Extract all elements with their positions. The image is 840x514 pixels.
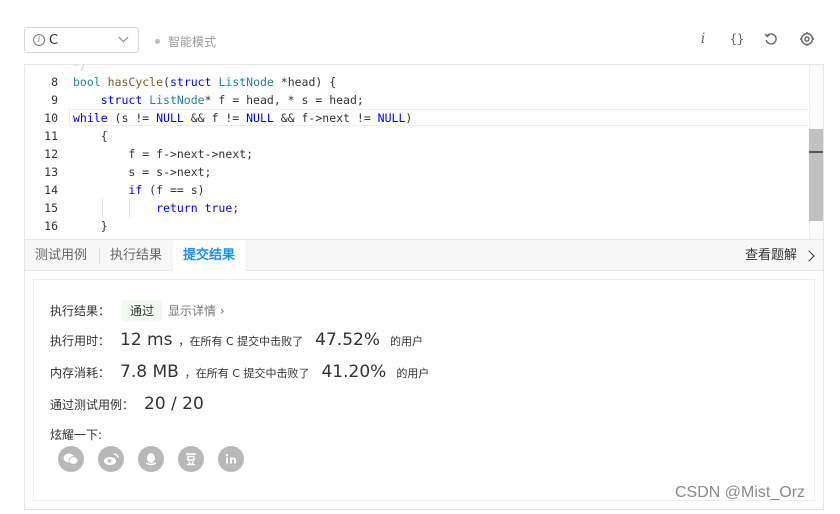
share-buttons: [58, 446, 258, 472]
code-line: while (s != NULL && f != NULL && f->next…: [73, 111, 413, 125]
memory-label: 内存消耗：: [50, 366, 111, 380]
runtime-text: ，在所有 C 提交中击败了: [178, 335, 304, 348]
code-line-partial: */: [73, 65, 87, 73]
settings-icon[interactable]: [798, 30, 816, 48]
chevron-right-icon: [803, 249, 815, 262]
editor-container: */ 8 9 10 11 12 13 14 15 16 bool hasCycl…: [24, 64, 824, 510]
braces-icon[interactable]: {}: [728, 30, 746, 48]
scrollbar-cursor-marker: [809, 151, 823, 153]
code-line: if (f == s): [128, 183, 205, 197]
watermark: CSDN @Mist_Orz: [675, 484, 806, 501]
memory-percent: 41.20%: [321, 362, 387, 382]
exec-result-label: 执行结果：: [50, 304, 111, 318]
code-line: bool hasCycle(struct ListNode *head) {: [73, 75, 337, 89]
runtime-users-suffix: 的用户: [389, 335, 423, 348]
code-line: f = f->next->next;: [73, 147, 254, 161]
memory-row: 内存消耗： 7.8 MB ，在所有 C 提交中击败了 41.20% 的用户: [50, 362, 429, 382]
result-tabs: 测试用例 执行结果 提交结果 查看题解: [25, 239, 823, 271]
runtime-percent: 47.52%: [315, 330, 380, 350]
line-number: 14: [44, 183, 58, 197]
code-line: struct ListNode* f = head, * s = head;: [100, 93, 364, 107]
runtime-label: 执行用时：: [50, 334, 111, 348]
weibo-icon[interactable]: [98, 446, 124, 472]
chevron-down-icon: [118, 32, 129, 43]
tab-submit-result[interactable]: 提交结果: [173, 240, 246, 271]
view-solution-link[interactable]: 查看题解: [745, 240, 815, 271]
line-number: 13: [44, 165, 58, 179]
code-line: return true;: [156, 201, 240, 215]
memory-users-suffix: 的用户: [396, 367, 430, 380]
tab-test-cases[interactable]: 测试用例: [25, 240, 97, 271]
qq-icon[interactable]: [138, 446, 164, 472]
share-label-row: 炫耀一下:: [50, 426, 102, 443]
show-details-link[interactable]: 显示详情 ›: [168, 302, 225, 319]
code-editor[interactable]: */ 8 9 10 11 12 13 14 15 16 bool hasCycl…: [25, 65, 823, 239]
line-number: 8: [51, 75, 58, 89]
line-number: 10: [44, 111, 58, 125]
wechat-icon[interactable]: [58, 446, 84, 472]
douban-icon[interactable]: [178, 446, 204, 472]
language-select-value: C: [49, 32, 59, 48]
status-dot-icon: [155, 39, 160, 44]
line-number: 11: [44, 129, 58, 143]
submission-result-panel: 执行结果： 通过 显示详情 › 执行用时： 12 ms ，在所有 C 提交中击败…: [33, 279, 815, 501]
exec-result-row: 执行结果： 通过 显示详情 ›: [50, 300, 225, 321]
tests-value: 20 / 20: [144, 394, 204, 414]
language-select[interactable]: i C: [24, 27, 139, 53]
line-gutter: 8 9 10 11 12 13 14 15 16: [25, 65, 65, 239]
tests-row: 通过测试用例： 20 / 20: [50, 394, 210, 414]
smart-mode-toggle[interactable]: 智能模式: [155, 33, 216, 50]
code-line: s = s->next;: [73, 165, 212, 179]
info-icon: i: [33, 34, 45, 46]
info-i-icon[interactable]: i: [694, 30, 712, 48]
memory-value: 7.8 MB: [120, 362, 179, 382]
share-label: 炫耀一下:: [50, 428, 103, 442]
code-line: {: [73, 129, 108, 143]
status-badge: 通过: [122, 300, 163, 321]
line-number: 15: [44, 201, 58, 215]
smart-mode-label: 智能模式: [168, 35, 217, 49]
linkedin-icon[interactable]: [218, 446, 244, 472]
runtime-row: 执行用时： 12 ms ，在所有 C 提交中击败了 47.52% 的用户: [50, 330, 423, 350]
tests-label: 通过测试用例：: [50, 398, 135, 412]
memory-text: ，在所有 C 提交中击败了: [184, 367, 310, 380]
line-number: 9: [51, 93, 58, 107]
view-solution-label: 查看题解: [744, 248, 797, 263]
tab-run-result[interactable]: 执行结果: [99, 248, 172, 264]
code-line: }: [73, 219, 108, 233]
editor-scrollbar-thumb[interactable]: [809, 129, 823, 221]
editor-toolbar: i C 智能模式 i {}: [0, 0, 840, 64]
line-number: 12: [44, 147, 58, 161]
runtime-value: 12 ms: [120, 330, 173, 350]
line-number: 16: [44, 219, 58, 233]
reset-icon[interactable]: [762, 30, 780, 48]
